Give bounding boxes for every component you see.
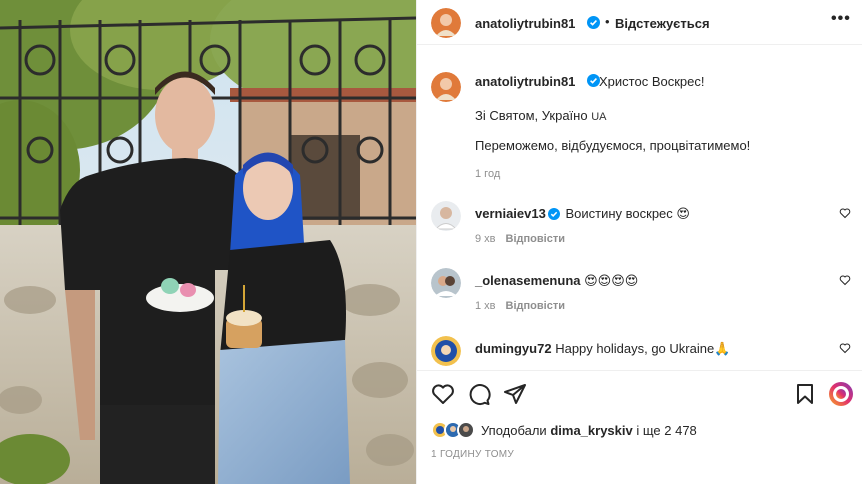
actions-divider <box>417 370 862 371</box>
comment-text: 😍😍😍😍 <box>584 273 639 288</box>
save-bookmark-icon[interactable] <box>793 382 817 409</box>
commenter-avatar[interactable] <box>431 336 461 366</box>
like-heart-icon[interactable] <box>431 382 455 409</box>
caption-line-2-text: Зі Святом, Україно <box>475 108 588 123</box>
commenter-avatar[interactable] <box>431 268 461 298</box>
comment-meta: 9 хв Відповісти <box>475 233 565 245</box>
comment-item: verniaiev13 Воистину воскрес 😍 9 хв Відпо… <box>417 201 862 261</box>
liker-username[interactable]: dima_kryskiv <box>550 423 632 438</box>
commenter-avatar-image <box>431 268 461 298</box>
commenter-avatar-image <box>431 201 461 231</box>
likes-text: Уподобали dima_kryskiv і ще 2 478 <box>481 423 697 438</box>
separator-dot: • <box>605 14 610 29</box>
comment-item: dumingyu72 Happy holidays, go Ukraine🙏 <box>417 336 862 370</box>
caption-author-avatar[interactable] <box>431 72 461 102</box>
caption-author-avatar-image <box>431 72 461 102</box>
liker-avatars <box>431 420 479 440</box>
comment-body: dumingyu72 Happy holidays, go Ukraine🙏 <box>475 341 730 357</box>
post-side-panel: anatoliytrubin81 • Відстежується ••• ana… <box>416 0 862 484</box>
caption-timestamp[interactable]: 1 год <box>475 168 500 180</box>
verified-badge-icon <box>547 208 560 223</box>
post-photo-image <box>0 0 416 484</box>
post-action-bar <box>417 380 862 410</box>
caption-line-3: Переможемо, відбудуємося, процвітатимемо… <box>475 138 751 153</box>
share-paper-plane-icon[interactable] <box>503 382 527 409</box>
comment-body: _olenasemenuna 😍😍😍😍 <box>475 273 638 289</box>
comment-text: Воистину воскрес 😍 <box>565 206 690 221</box>
posted-time[interactable]: 1 ГОДИНУ ТОМУ <box>431 449 514 460</box>
comment-time[interactable]: 1 хв <box>475 300 496 312</box>
likes-count[interactable]: і ще 2 478 <box>636 423 696 438</box>
comment-like-heart-icon[interactable] <box>839 274 851 289</box>
comment-username[interactable]: verniaiev13 <box>475 206 546 221</box>
liker-avatar <box>457 421 475 439</box>
more-options-icon[interactable]: ••• <box>831 10 851 28</box>
caption-author-username[interactable]: anatoliytrubin81 <box>475 74 575 89</box>
comment-bubble-icon[interactable] <box>467 382 491 409</box>
reels-gradient-icon[interactable] <box>827 380 855 411</box>
comment-username[interactable]: _olenasemenuna <box>475 273 581 288</box>
author-username[interactable]: anatoliytrubin81 <box>475 16 575 31</box>
likes-summary[interactable]: Уподобали dima_kryskiv і ще 2 478 <box>431 420 697 440</box>
post-header: anatoliytrubin81 • Відстежується ••• <box>417 0 862 45</box>
post-photo[interactable] <box>0 0 416 484</box>
comment-text: Happy holidays, go Ukraine🙏 <box>555 341 731 356</box>
reply-button[interactable]: Відповісти <box>506 300 565 312</box>
comment-username[interactable]: dumingyu72 <box>475 341 552 356</box>
reply-button[interactable]: Відповісти <box>506 233 565 245</box>
ukraine-flag-label: UA <box>591 111 607 123</box>
comment-body: verniaiev13 Воистину воскрес 😍 <box>475 206 690 223</box>
author-avatar-image <box>431 8 461 38</box>
instagram-post: anatoliytrubin81 • Відстежується ••• ana… <box>0 0 862 484</box>
comment-like-heart-icon[interactable] <box>839 342 851 357</box>
caption-line-2: Зі Святом, Україно UA <box>475 108 607 123</box>
comment-like-heart-icon[interactable] <box>839 207 851 222</box>
comment-meta: 1 хв Відповісти <box>475 300 565 312</box>
comment-item: _olenasemenuna 😍😍😍😍 1 хв Відповісти <box>417 268 862 328</box>
commenter-avatar-image <box>431 336 461 366</box>
comment-time[interactable]: 9 хв <box>475 233 496 245</box>
follow-status-button[interactable]: Відстежується <box>615 16 710 31</box>
commenter-avatar[interactable] <box>431 201 461 231</box>
verified-badge-icon <box>587 16 600 32</box>
author-avatar[interactable] <box>431 8 461 38</box>
caption-line-1: Христос Воскрес! <box>599 74 705 89</box>
likes-prefix: Уподобали <box>481 422 547 438</box>
